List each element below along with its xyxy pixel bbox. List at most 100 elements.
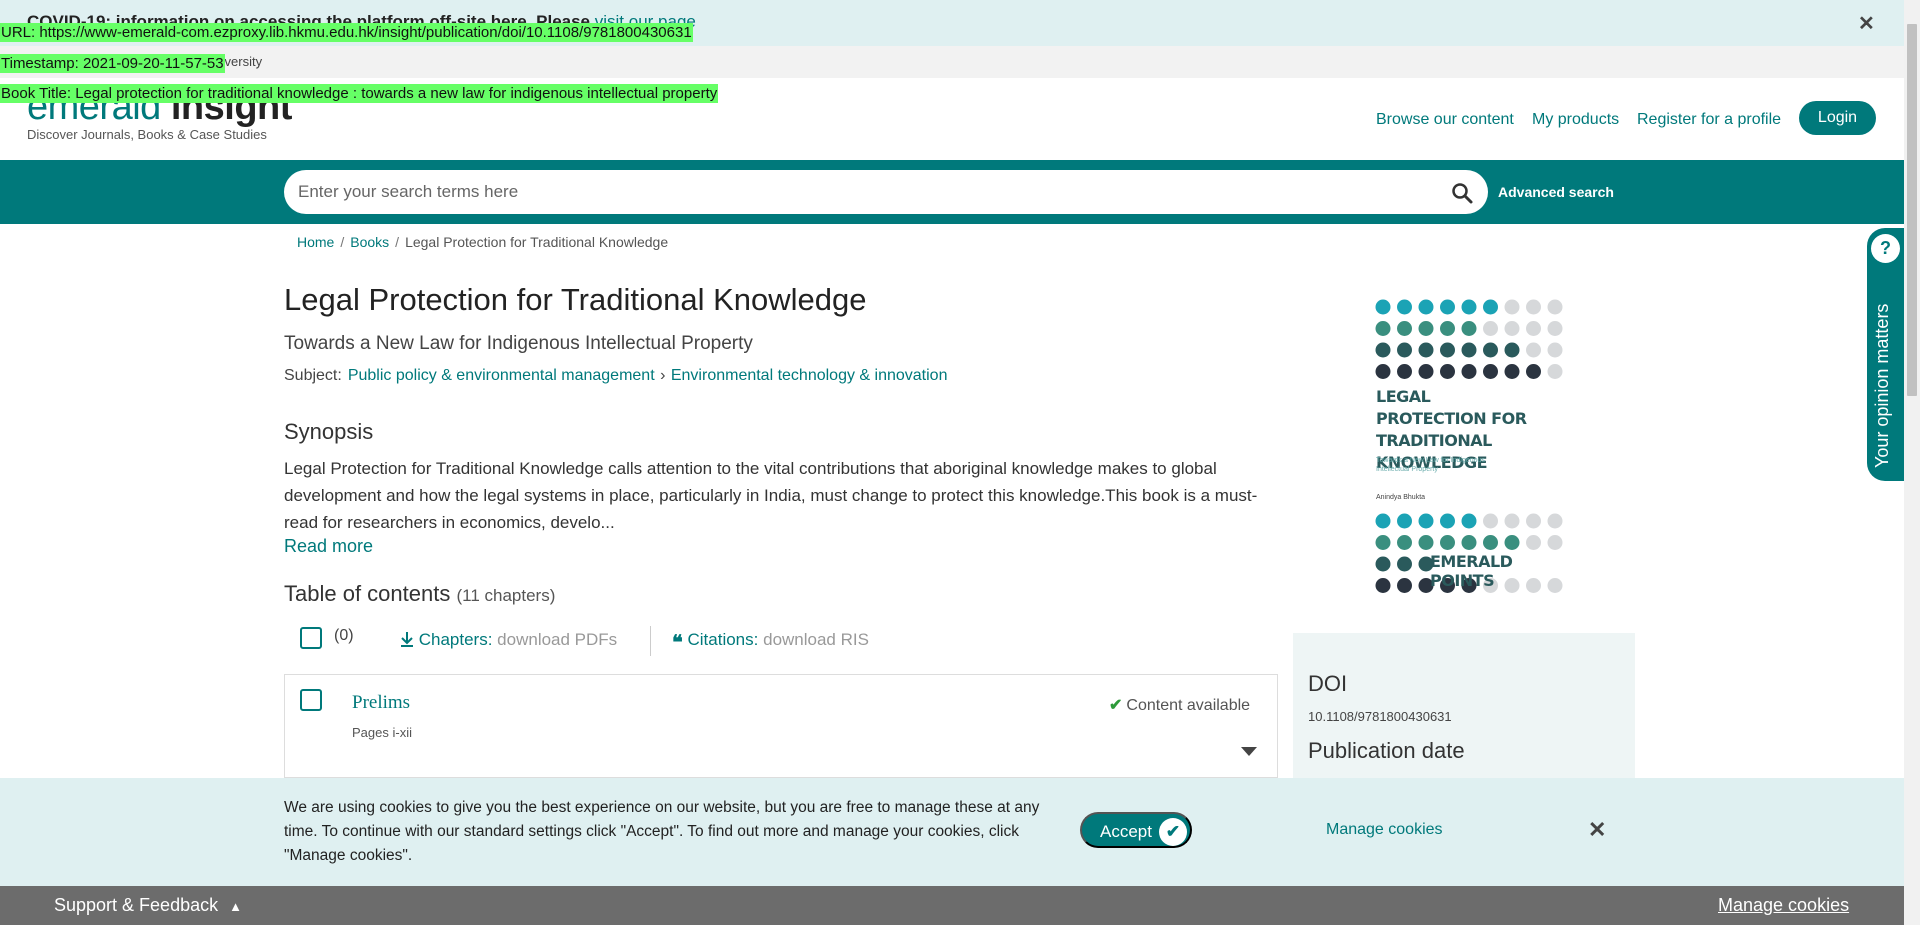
cover-dot — [1440, 513, 1455, 529]
cover-dot — [1483, 364, 1498, 379]
synopsis-text: Legal Protection for Traditional Knowled… — [284, 459, 1258, 532]
cover-dot — [1547, 321, 1563, 336]
nav-register-profile[interactable]: Register for a profile — [1637, 111, 1781, 129]
cover-dot — [1526, 535, 1541, 550]
breadcrumb-home[interactable]: Home — [297, 234, 334, 250]
page-title: Legal Protection for Traditional Knowled… — [284, 282, 867, 317]
cover-dot — [1504, 342, 1520, 358]
breadcrumb-separator: / — [340, 234, 345, 250]
manage-cookies-link[interactable]: Manage cookies — [1326, 821, 1443, 839]
cover-dot — [1526, 364, 1541, 379]
login-button[interactable]: Login — [1799, 101, 1876, 135]
cover-dot — [1504, 321, 1520, 336]
doi-heading: DOI — [1308, 671, 1348, 696]
cover-dot — [1504, 513, 1520, 529]
cover-dot — [1483, 513, 1498, 529]
toc-heading: Table of contents (11 chapters) — [284, 581, 555, 607]
cover-dot — [1440, 535, 1455, 550]
cover-dot — [1547, 342, 1563, 358]
cover-dot — [1397, 321, 1412, 336]
download-citations-link[interactable]: ❝ Citations: download RIS — [672, 630, 869, 652]
cover-dot — [1397, 513, 1412, 529]
cover-dot — [1440, 364, 1455, 379]
opinion-feedback-tab[interactable]: ? Your opinion matters — [1867, 228, 1904, 481]
chapter-checkbox[interactable] — [300, 689, 322, 711]
cover-dot — [1397, 578, 1412, 593]
cover-dot — [1397, 364, 1412, 379]
cover-dot — [1397, 556, 1412, 572]
content-status: Content available — [1126, 697, 1251, 714]
cover-dot — [1375, 513, 1391, 529]
chevron-up-icon: ▲ — [229, 899, 242, 914]
cover-dot — [1547, 299, 1563, 315]
doi-value: 10.1108/9781800430631 — [1308, 709, 1452, 724]
advanced-search-link[interactable]: Advanced search — [1498, 184, 1614, 200]
search-icon[interactable] — [1450, 181, 1474, 205]
cover-dot — [1418, 321, 1434, 336]
cookie-banner: We are using cookies to give you the bes… — [0, 778, 1904, 886]
scrollbar-thumb[interactable] — [1907, 24, 1917, 396]
cover-dot — [1504, 364, 1520, 379]
accept-label: Accept — [1100, 822, 1152, 841]
opinion-label: Your opinion matters — [1872, 303, 1892, 468]
check-icon: ✔ — [1159, 818, 1187, 846]
cover-dot — [1418, 299, 1434, 315]
cover-dot — [1375, 321, 1391, 336]
cover-dot — [1397, 535, 1412, 550]
nav-browse-content[interactable]: Browse our content — [1376, 111, 1514, 129]
cover-dot — [1440, 321, 1455, 336]
overlay-book-title: Book Title: Legal protection for traditi… — [0, 84, 719, 103]
support-feedback-toggle[interactable]: Support & Feedback ▲ — [54, 895, 242, 916]
download-icon — [401, 632, 413, 647]
breadcrumb-books[interactable]: Books — [350, 234, 389, 250]
question-icon: ? — [1871, 234, 1900, 263]
chapter-title-link[interactable]: Prelims — [352, 692, 410, 714]
read-more-link[interactable]: Read more — [284, 536, 373, 557]
chapters-label: Chapters: — [418, 630, 493, 649]
toc-chapter-count: (11 chapters) — [456, 586, 556, 605]
citations-label: Citations: — [687, 630, 759, 649]
page-scrollbar[interactable] — [1904, 0, 1920, 925]
cover-dot — [1526, 513, 1541, 529]
search-box — [284, 170, 1488, 214]
cover-dot — [1461, 321, 1477, 336]
chapter-row: Prelims Pages i-xii ✔ Content available — [284, 674, 1278, 778]
cover-dot — [1526, 321, 1541, 336]
support-feedback-label: Support & Feedback — [54, 895, 219, 915]
cover-dot — [1504, 535, 1520, 550]
chevron-right-icon: › — [655, 367, 670, 384]
toolbar-divider — [650, 626, 651, 656]
cover-dot — [1526, 342, 1541, 358]
book-cover: LEGAL PROTECTION FOR TRADITIONAL KNOWLED… — [1366, 288, 1566, 598]
cover-dot — [1461, 299, 1477, 315]
download-chapters-link[interactable]: Chapters: download PDFs — [400, 630, 617, 650]
cover-dot — [1440, 299, 1455, 315]
toc-heading-text: Table of contents — [284, 581, 451, 606]
breadcrumb-current: Legal Protection for Traditional Knowled… — [405, 234, 669, 250]
synopsis-heading: Synopsis — [284, 419, 374, 444]
subject-primary-link[interactable]: Public policy & environmental management — [348, 367, 655, 384]
cover-dot — [1461, 513, 1477, 529]
chevron-down-icon[interactable] — [1241, 747, 1257, 756]
cover-dot — [1483, 321, 1498, 336]
cover-dot — [1375, 342, 1391, 358]
search-input[interactable] — [298, 170, 1438, 214]
cookie-close-icon[interactable]: ✕ — [1588, 817, 1606, 843]
cover-dot — [1547, 513, 1563, 529]
select-all-checkbox[interactable] — [300, 627, 322, 649]
cover-series-name: EMERALD POINTS — [1430, 552, 1513, 590]
nav-my-products[interactable]: My products — [1532, 111, 1619, 129]
citations-action: download RIS — [763, 630, 869, 649]
breadcrumb-separator: / — [395, 234, 400, 250]
cover-dot — [1504, 299, 1520, 315]
search-band: Advanced search — [0, 160, 1904, 224]
cover-dot — [1418, 513, 1434, 529]
breadcrumb: Home / Books / Legal Protection for Traditio… — [297, 234, 668, 250]
cover-dot — [1440, 342, 1455, 358]
covid-close-icon[interactable]: ✕ — [1858, 11, 1875, 36]
publication-date-heading: Publication date — [1308, 738, 1465, 763]
cookie-text: We are using cookies to give you the bes… — [284, 799, 1040, 864]
footer-manage-cookies-link[interactable]: Manage cookies — [1718, 895, 1849, 916]
subject-secondary-link[interactable]: Environmental technology & innovation — [671, 367, 948, 384]
accept-cookies-button[interactable]: Accept ✔ — [1080, 812, 1192, 848]
